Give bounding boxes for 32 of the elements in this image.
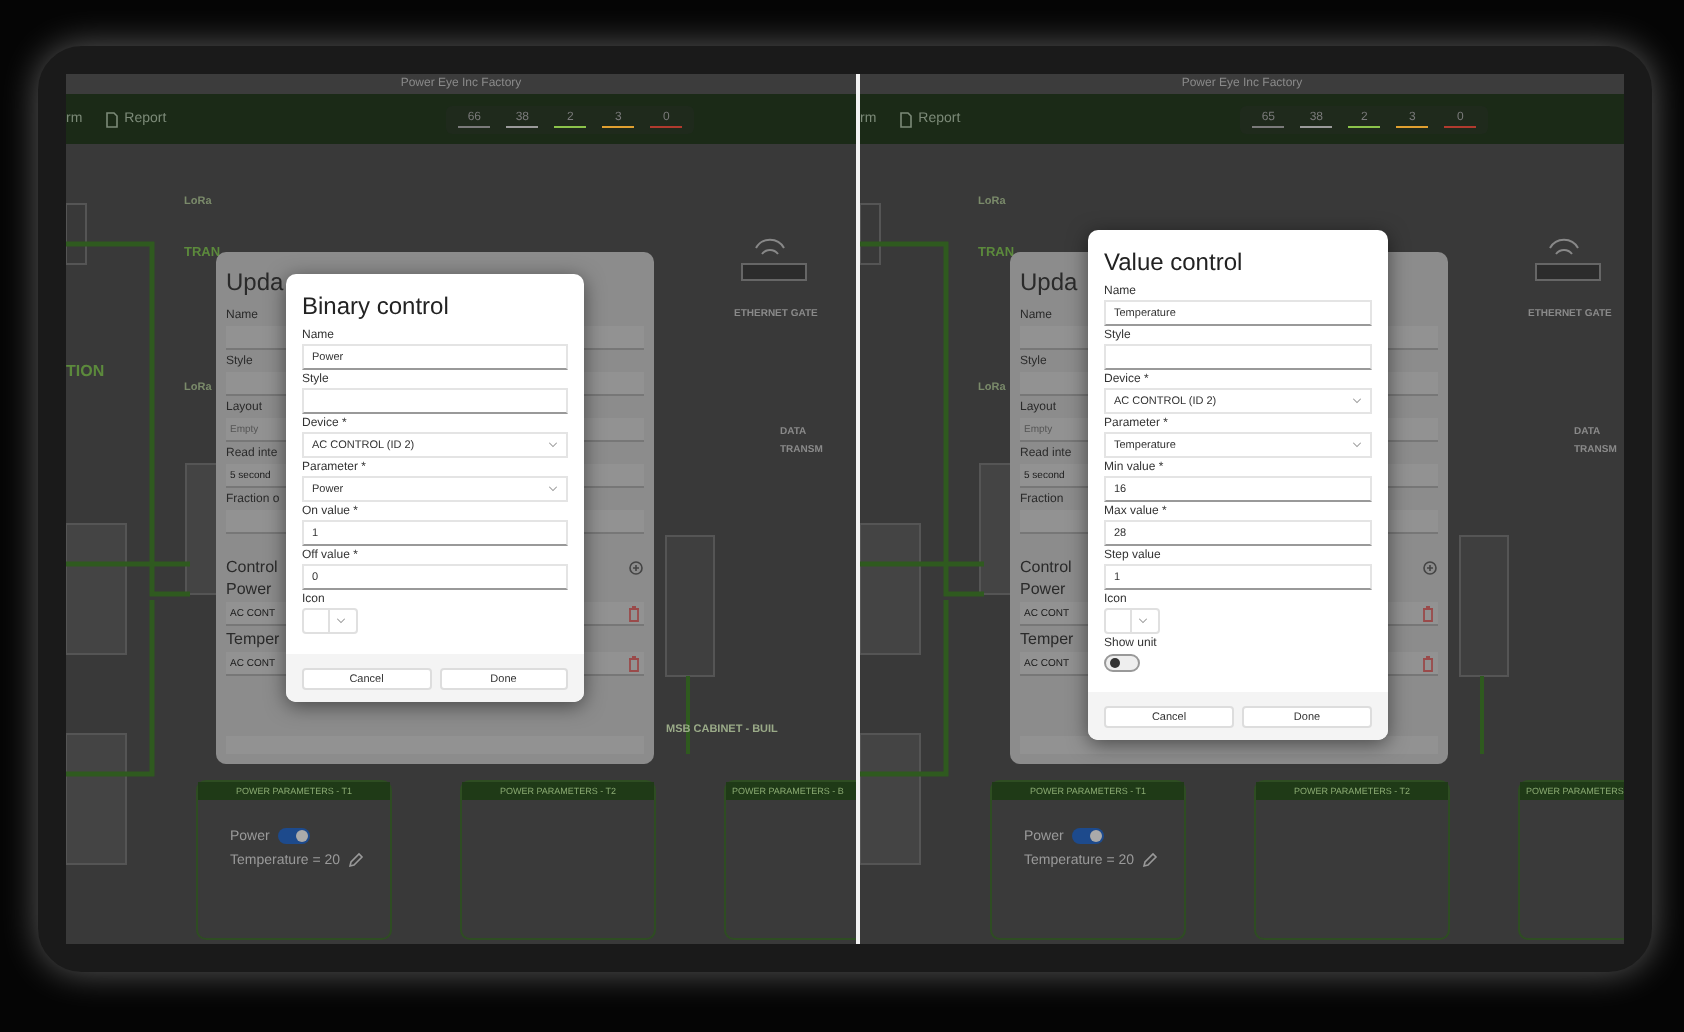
add-icon[interactable] [628, 559, 644, 575]
control-name: Power [226, 580, 272, 598]
diagram-label: TION [66, 362, 105, 380]
control-name: Power [1020, 580, 1066, 598]
trash-icon[interactable] [1422, 655, 1434, 671]
control-name: Temper [226, 630, 280, 648]
chevron-down-icon [1352, 442, 1362, 448]
chevron-down-icon [548, 486, 558, 492]
dialog-title: Value control [1102, 246, 1245, 280]
chevron-down-icon [336, 618, 346, 624]
trash-icon[interactable] [1422, 605, 1434, 621]
pencil-icon[interactable] [1142, 852, 1159, 868]
add-icon[interactable] [1422, 559, 1438, 575]
dialog-title: Upda [1020, 268, 1078, 296]
chevron-down-icon [548, 442, 558, 448]
document-icon [900, 111, 913, 127]
input-field[interactable] [1104, 344, 1372, 370]
trash-icon[interactable] [628, 605, 640, 621]
section-title: Control [226, 558, 278, 576]
pencil-icon[interactable] [348, 852, 365, 868]
power-switch[interactable] [1071, 828, 1104, 844]
dialog-title: Upda [226, 268, 284, 296]
power-switch[interactable] [277, 828, 310, 844]
toggle-switch[interactable] [1104, 654, 1140, 672]
section-title: Control [1020, 558, 1072, 576]
trash-icon[interactable] [628, 655, 640, 671]
control-name: Temper [1020, 630, 1074, 648]
chevron-down-icon [1352, 398, 1362, 404]
dialog-title: Binary control [300, 290, 451, 324]
input-field[interactable] [302, 388, 568, 414]
chevron-down-icon [1138, 618, 1148, 624]
document-icon [106, 111, 119, 127]
